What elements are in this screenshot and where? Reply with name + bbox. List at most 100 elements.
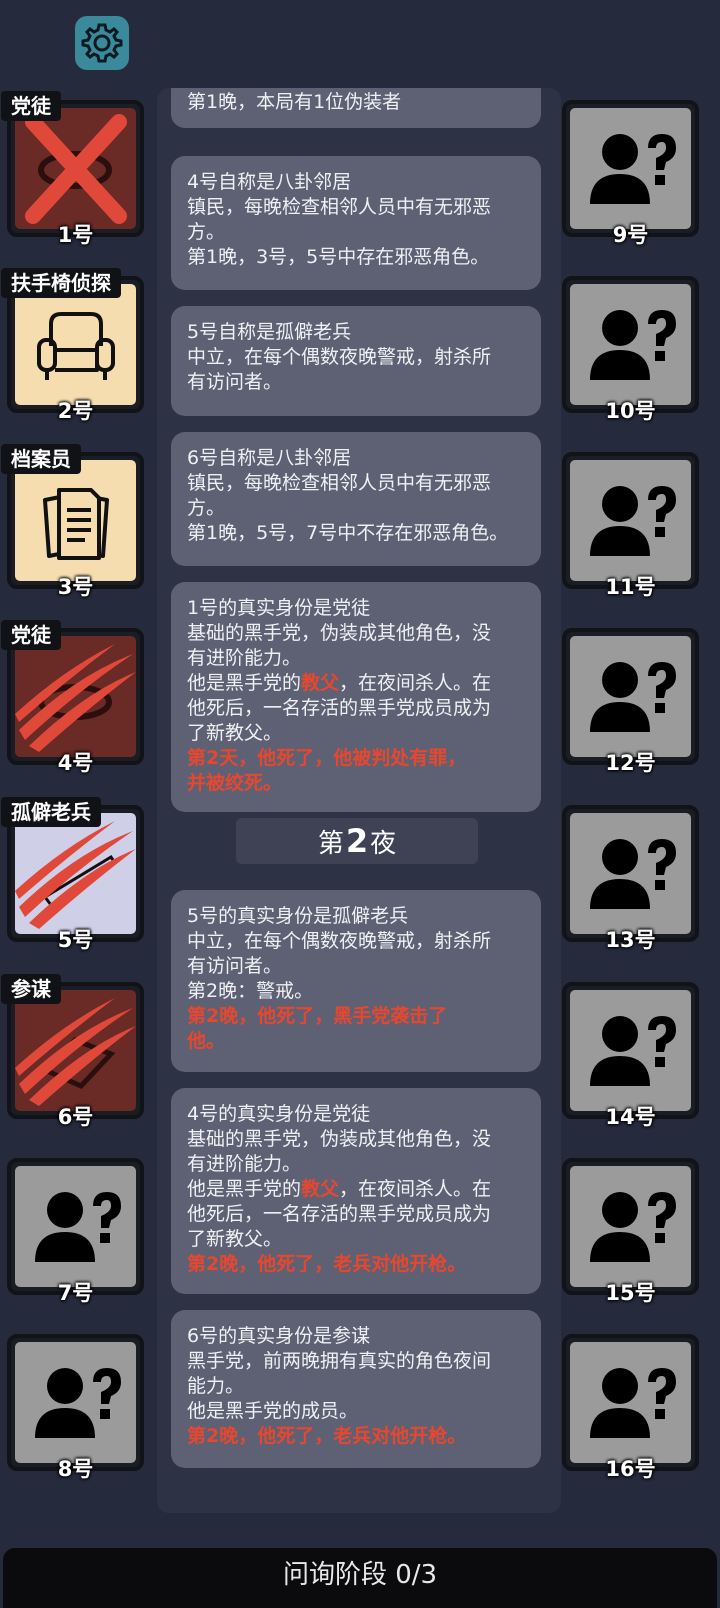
message-card: 4号自称是八卦邻居 镇民，每晚检查相邻人员中有无邪恶 方。 第1晚，3号，5号中… xyxy=(171,156,541,290)
death-text: 第2晚，他死了，老兵对他开枪。 xyxy=(187,1253,467,1275)
message-card: 第1晚，本局有1位伪装者 xyxy=(171,88,541,128)
message-text: 了新教父。 xyxy=(187,1228,283,1250)
player-slot-16[interactable]: 16号 xyxy=(562,1334,699,1481)
player-slot-9[interactable]: 9号 xyxy=(562,100,699,247)
message-text: 了新教父。 xyxy=(187,722,283,744)
player-slot-14[interactable]: 14号 xyxy=(562,982,699,1129)
player-slot-11[interactable]: 11号 xyxy=(562,452,699,599)
player-number: 16号 xyxy=(605,1457,656,1481)
player-slot-8[interactable]: 8号 xyxy=(7,1334,144,1481)
player-number: 11号 xyxy=(605,575,656,599)
unknown-player-icon xyxy=(570,990,691,1111)
player-slot-7[interactable]: 7号 xyxy=(7,1158,144,1305)
unknown-player-icon xyxy=(570,108,691,229)
message-text: 他是黑手党的教父，在夜间杀人。在 xyxy=(187,672,492,694)
message-text: 有访问者。 xyxy=(187,955,283,977)
documents-icon xyxy=(15,460,136,581)
player-number: 1号 xyxy=(57,223,94,247)
player-slot-15[interactable]: 15号 xyxy=(562,1158,699,1305)
player-number: 5号 xyxy=(57,928,94,952)
message-text: 5号自称是孤僻老兵 xyxy=(187,321,352,343)
player-slot-10[interactable]: 10号 xyxy=(562,276,699,423)
death-text: 第2晚，他死了，老兵对他开枪。 xyxy=(187,1425,467,1447)
unknown-player-icon xyxy=(570,636,691,757)
message-text: 他死后，一名存活的黑手党成员成为 xyxy=(187,697,492,719)
player-number: 4号 xyxy=(57,751,94,775)
player-number: 10号 xyxy=(605,399,656,423)
settings-button[interactable] xyxy=(75,16,129,70)
message-text: 第1晚，3号，5号中存在邪恶角色。 xyxy=(187,246,490,268)
message-text: 有进阶能力。 xyxy=(187,647,302,669)
player-number: 15号 xyxy=(605,1281,656,1305)
executed-cross-icon xyxy=(15,108,136,229)
message-text: 6号的真实身份是参谋 xyxy=(187,1325,371,1347)
player-number: 3号 xyxy=(57,575,94,599)
message-text: 基础的黑手党，伪装成其他角色，没 xyxy=(187,622,492,644)
message-card: 6号的真实身份是参谋 黑手党，前两晚拥有真实的角色夜间 能力。 他是黑手党的成员… xyxy=(171,1310,541,1468)
phase-label: 问询阶段 0/3 xyxy=(282,1560,438,1590)
armchair-icon xyxy=(15,284,136,405)
message-text: 镇民，每晚检查相邻人员中有无邪恶 xyxy=(187,472,492,494)
message-card: 6号自称是八卦邻居 镇民，每晚检查相邻人员中有无邪恶 方。 第1晚，5号，7号中… xyxy=(171,432,541,566)
message-card: 1号的真实身份是党徒 基础的黑手党，伪装成其他角色，没 有进阶能力。 他是黑手党… xyxy=(171,582,541,812)
player-number: 13号 xyxy=(605,928,656,952)
message-text: 镇民，每晚检查相邻人员中有无邪恶 xyxy=(187,196,492,218)
message-text: 第2晚：警戒。 xyxy=(187,980,314,1002)
message-text: 能力。 xyxy=(187,1375,245,1397)
message-text: 有访问者。 xyxy=(187,371,283,393)
message-text: 1号的真实身份是党徒 xyxy=(187,597,371,619)
message-text: 方。 xyxy=(187,497,226,519)
unknown-player-icon xyxy=(570,1342,691,1463)
unknown-player-icon xyxy=(15,1342,136,1463)
player-role-tag: 扶手椅侦探 xyxy=(1,268,121,298)
player-number: 6号 xyxy=(57,1105,94,1129)
message-text: 他是黑手党的成员。 xyxy=(187,1400,359,1422)
phase-bar[interactable]: 问询阶段 0/3 xyxy=(3,1548,717,1608)
player-number: 14号 xyxy=(605,1105,656,1129)
claw-marks-icon xyxy=(15,636,136,757)
death-text: 第2晚，他死了，黑手党袭击了 xyxy=(187,1005,448,1027)
message-card: 5号自称是孤僻老兵 中立，在每个偶数夜晚警戒，射杀所 有访问者。 xyxy=(171,306,541,416)
message-card: 4号的真实身份是党徒 基础的黑手党，伪装成其他角色，没 有进阶能力。 他是黑手党… xyxy=(171,1088,541,1294)
message-text: 6号自称是八卦邻居 xyxy=(187,447,352,469)
death-text: 第2天，他死了，他被判处有罪， xyxy=(187,747,467,769)
message-text: 5号的真实身份是孤僻老兵 xyxy=(187,905,409,927)
death-text: 他。 xyxy=(187,1030,226,1052)
message-text: 中立，在每个偶数夜晚警戒，射杀所 xyxy=(187,930,492,952)
unknown-player-icon xyxy=(570,284,691,405)
message-card: 5号的真实身份是孤僻老兵 中立，在每个偶数夜晚警戒，射杀所 有访问者。 第2晚：… xyxy=(171,890,541,1072)
player-role-tag: 孤僻老兵 xyxy=(1,797,101,827)
claw-marks-icon xyxy=(15,990,136,1111)
player-role-tag: 档案员 xyxy=(1,444,81,474)
player-role-tag: 党徒 xyxy=(1,620,61,650)
message-text: 有进阶能力。 xyxy=(187,1153,302,1175)
unknown-player-icon xyxy=(570,1166,691,1287)
player-role-tag: 参谋 xyxy=(1,974,61,1004)
player-number: 7号 xyxy=(57,1281,94,1305)
player-slot-13[interactable]: 13号 xyxy=(562,805,699,952)
player-number: 9号 xyxy=(612,223,649,247)
message-text: 中立，在每个偶数夜晚警戒，射杀所 xyxy=(187,346,492,368)
message-text: 第1晚，本局有1位伪装者 xyxy=(187,91,402,113)
player-number: 12号 xyxy=(605,751,656,775)
message-log[interactable]: 第1晚，本局有1位伪装者 4号自称是八卦邻居 镇民，每晚检查相邻人员中有无邪恶 … xyxy=(157,88,561,1513)
unknown-player-icon xyxy=(570,813,691,934)
godfather-highlight: 教父 xyxy=(301,672,340,694)
message-text: 第1晚，5号，7号中不存在邪恶角色。 xyxy=(187,522,509,544)
message-text: 基础的黑手党，伪装成其他角色，没 xyxy=(187,1128,492,1150)
player-number: 8号 xyxy=(57,1457,94,1481)
unknown-player-icon xyxy=(570,460,691,581)
message-text: 他死后，一名存活的黑手党成员成为 xyxy=(187,1203,492,1225)
message-text: 方。 xyxy=(187,221,226,243)
message-text: 黑手党，前两晚拥有真实的角色夜间 xyxy=(187,1350,492,1372)
player-role-tag: 党徒 xyxy=(1,91,61,121)
claw-marks-icon xyxy=(15,813,136,934)
gear-icon xyxy=(80,21,124,65)
message-text: 4号自称是八卦邻居 xyxy=(187,171,352,193)
message-text: 他是黑手党的教父，在夜间杀人。在 xyxy=(187,1178,492,1200)
death-text: 并被绞死。 xyxy=(187,772,283,794)
unknown-player-icon xyxy=(15,1166,136,1287)
player-number: 2号 xyxy=(57,399,94,423)
night-banner: 第2夜 xyxy=(236,818,478,864)
player-slot-12[interactable]: 12号 xyxy=(562,628,699,775)
